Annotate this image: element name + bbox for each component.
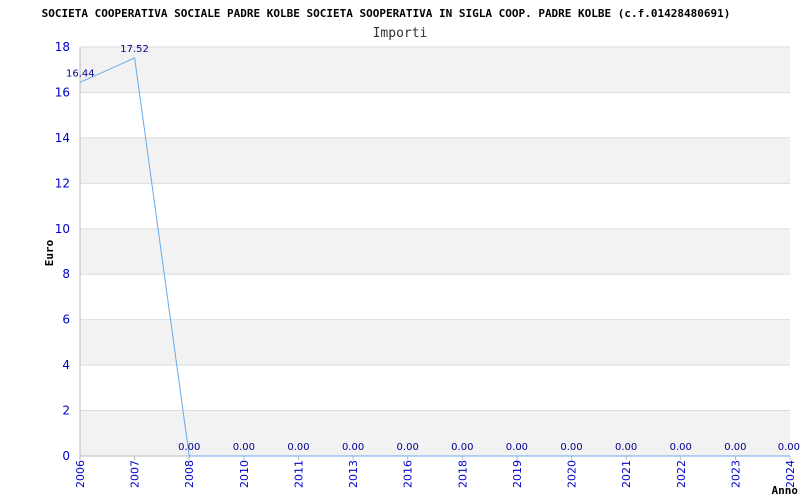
data-label: 0.00 xyxy=(451,442,473,453)
data-label: 0.00 xyxy=(615,442,637,453)
x-tick-label: 2013 xyxy=(347,460,360,488)
x-tick-labels: 2006 2007 2008 2010 2011 2013 2016 2018 2019 2020… xyxy=(74,456,797,488)
data-label: 0.00 xyxy=(178,442,200,453)
data-label: 16.44 xyxy=(66,68,95,79)
data-label: 0.00 xyxy=(560,442,582,453)
x-tick-label: 2020 xyxy=(566,460,579,488)
y-axis-label: Euro xyxy=(43,239,56,266)
y-tick-label: 2 xyxy=(62,404,70,418)
y-tick-label: 0 xyxy=(62,449,70,463)
chart-title: SOCIETA COOPERATIVA SOCIALE PADRE KOLBE … xyxy=(42,7,731,20)
y-tick-label: 12 xyxy=(55,176,70,190)
data-label: 0.00 xyxy=(342,442,364,453)
y-tick-label: 4 xyxy=(62,358,70,372)
x-tick-label: 2008 xyxy=(183,460,196,488)
chart: SOCIETA COOPERATIVA SOCIALE PADRE KOLBE … xyxy=(42,7,800,497)
y-tick-label: 6 xyxy=(62,313,70,327)
grid-band xyxy=(80,137,790,184)
grid-band xyxy=(80,47,790,93)
y-tick-label: 18 xyxy=(55,40,70,54)
data-label: 0.00 xyxy=(670,442,692,453)
x-tick-label: 2011 xyxy=(292,460,305,488)
data-label: 0.00 xyxy=(724,442,746,453)
y-tick-label: 10 xyxy=(55,222,70,236)
x-tick-label: 2007 xyxy=(129,460,142,488)
data-label: 0.00 xyxy=(397,442,419,453)
grid-band xyxy=(80,228,790,275)
x-tick-label: 2016 xyxy=(402,460,415,488)
chart-subtitle: Importi xyxy=(373,26,428,41)
y-tick-label: 14 xyxy=(55,131,70,145)
x-tick-label: 2010 xyxy=(238,460,251,488)
y-tick-labels: 0 2 4 6 8 10 12 14 16 18 xyxy=(55,40,70,463)
x-tick-label: 2021 xyxy=(620,460,633,488)
x-tick-label: 2018 xyxy=(456,460,469,488)
data-label: 0.00 xyxy=(233,442,255,453)
y-tick-label: 16 xyxy=(55,85,70,99)
x-tick-label: 2022 xyxy=(675,460,688,488)
x-axis-label: Anno xyxy=(772,484,799,497)
data-label: 0.00 xyxy=(778,442,800,453)
x-tick-label: 2023 xyxy=(729,460,742,488)
x-tick-label: 2006 xyxy=(74,460,87,488)
grid-band xyxy=(80,319,790,366)
data-label: 0.00 xyxy=(287,442,309,453)
data-label: 17.52 xyxy=(120,44,149,55)
x-tick-label: 2019 xyxy=(511,460,524,488)
data-label: 0.00 xyxy=(506,442,528,453)
grid-bands xyxy=(80,47,790,456)
y-tick-label: 8 xyxy=(62,267,70,281)
